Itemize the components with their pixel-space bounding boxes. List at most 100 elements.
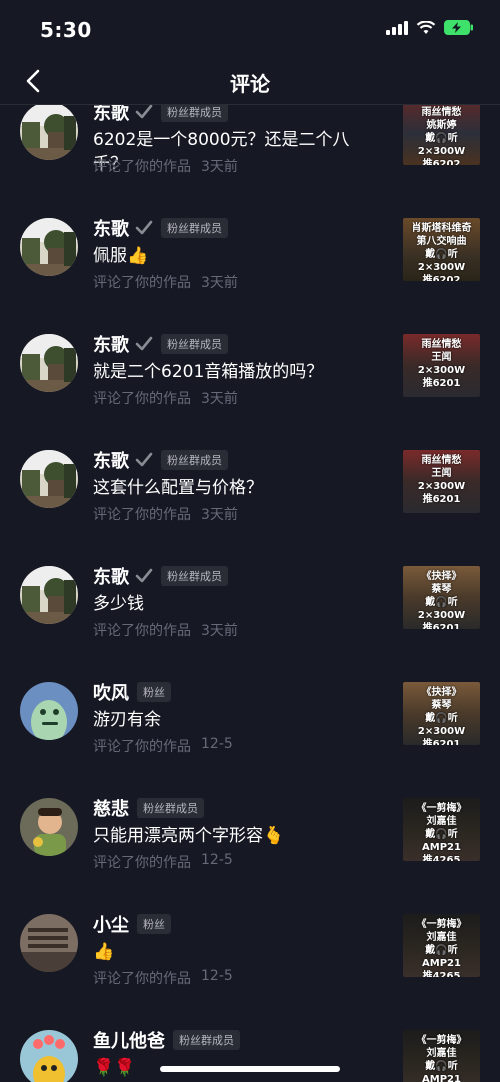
video-thumbnail[interactable]: 雨丝情愁 王闻 2×300W 推6201 [403, 450, 480, 513]
video-thumbnail[interactable]: 《一剪梅》刘嘉佳戴🎧听AMP21推4265 [403, 1030, 480, 1082]
video-thumbnail[interactable]: 《抉择》 蔡琴 戴🎧听 2×300W 推6201 [403, 566, 480, 629]
fan-badge: 粉丝群成员 [161, 334, 228, 354]
thumbnail-caption-line: 推6202 [422, 275, 461, 281]
comment-item[interactable]: 东歌 粉丝群成员 多少钱 评论了你的作品 3天前 《抉择》 蔡琴 戴🎧听 2×300W 推6201 [0, 555, 500, 671]
status-time: 5:30 [40, 18, 92, 42]
avatar[interactable] [20, 1030, 78, 1082]
comment-time: 12-5 [201, 968, 233, 984]
thumbnail-caption-line: 戴🎧听 [425, 829, 458, 840]
commenter-name[interactable]: 东歌 [93, 105, 129, 125]
video-thumbnail[interactable]: 肖斯塔科维奇 第八交响曲 戴🎧听 2×300W 推6202 [403, 218, 480, 281]
avatar[interactable] [20, 566, 78, 624]
status-icons [386, 20, 474, 35]
battery-charging-icon [444, 20, 473, 35]
comment-header: 吹风 粉丝 [93, 679, 171, 705]
thumbnail-caption-line: 戴🎧听 [425, 133, 458, 144]
comment-item[interactable]: 慈悲 粉丝群成员 只能用漂亮两个字形容🫰 评论了你的作品 12-5 《一剪梅》 刘嘉佳 戴🎧听… [0, 787, 500, 903]
thumbnail-caption-line: 推6201 [422, 739, 461, 745]
comment-item[interactable]: 东歌 粉丝群成员这套什么配置与价格？ 评论了你的作品 3天前 雨丝情愁 王闻 2×300W 推… [0, 439, 500, 555]
thumbnail-caption-line: 肖斯塔科维奇 [411, 223, 472, 234]
comment-item[interactable]: 东歌 粉丝群成员 就是二个6201音箱播放的吗？ 评论了你的作品 3天前 雨丝情愁 王闻 2×… [0, 323, 500, 439]
comment-time: 12-5 [201, 736, 233, 752]
thumbnail-caption-line: 2×300W [417, 610, 466, 621]
fan-badge: 粉丝群成员 [161, 218, 228, 238]
comment-time: 3天前 [201, 391, 238, 407]
verified-check-icon [135, 105, 153, 119]
thumbnail-caption-line: 2×300W [417, 365, 466, 376]
thumbnail-caption-line: 戴🎧听 [425, 249, 458, 260]
page-title: 评论 [230, 72, 270, 96]
header-bar: 评论 [0, 60, 500, 105]
thumbnail-caption-line: 姚斯婷 [426, 120, 457, 131]
avatar[interactable] [20, 914, 78, 972]
thumbnail-caption: 雨丝情愁 王闻 2×300W 推6201 [403, 338, 480, 390]
comment-item[interactable]: 东歌 粉丝群成员 佩服👍 评论了你的作品 3天前 肖斯塔科维奇 第八交响曲 戴🎧听 2×300W… [0, 207, 500, 323]
thumbnail-caption-line: 王闻 [431, 468, 452, 479]
thumbnail-caption-line: AMP21 [422, 842, 461, 853]
thumbnail-caption-line: 推4265 [422, 971, 461, 977]
comment-item[interactable]: 东歌 粉丝群成员 6202是一个8000元？还是二个八千？ 评论了你的作品 3天前 雨丝情… [0, 105, 500, 207]
commenter-name[interactable]: 东歌 [93, 563, 129, 589]
thumbnail-caption: 《抉择》 蔡琴 戴🎧听 2×300W 推6201 [403, 686, 480, 745]
thumbnail-caption-line: 刘嘉佳 [426, 1048, 457, 1059]
avatar[interactable] [20, 798, 78, 856]
avatar[interactable] [20, 450, 78, 508]
thumbnail-caption-line: 《一剪梅》 [416, 919, 467, 930]
avatar[interactable] [20, 105, 78, 160]
comment-action: 评论了你的作品 [93, 739, 191, 755]
commenter-name[interactable]: 东歌 [93, 215, 129, 241]
thumbnail-caption-line: 刘嘉佳 [426, 816, 457, 827]
thumbnail-caption-line: 雨丝情愁 [421, 339, 462, 350]
thumbnail-caption-line: 《一剪梅》 [416, 1035, 467, 1046]
commenter-name[interactable]: 鱼儿他爸 [93, 1027, 165, 1053]
video-thumbnail[interactable]: 雨丝情愁 王闻 2×300W 推6201 [403, 334, 480, 397]
fan-badge: 粉丝 [137, 682, 171, 702]
comment-time: 3天前 [201, 159, 238, 175]
thumbnail-caption-line: 《一剪梅》 [416, 803, 467, 814]
status-bar: 5:30 [0, 0, 500, 60]
comment-item[interactable]: 鱼儿他爸粉丝群成员🌹🌹评论了你的作品12-5《一剪梅》刘嘉佳戴🎧听AMP21推4… [0, 1019, 500, 1082]
thumbnail-caption-line: 雨丝情愁 [421, 107, 462, 118]
video-thumbnail[interactable]: 《抉择》 蔡琴 戴🎧听 2×300W 推6201 [403, 682, 480, 745]
thumbnail-caption: 雨丝情愁 王闻 2×300W 推6201 [403, 454, 480, 506]
video-thumbnail[interactable]: 《一剪梅》刘嘉佳戴🎧听AMP21推4265 [403, 798, 480, 861]
video-thumbnail[interactable]: 雨丝情愁 姚斯婷 戴🎧听 2×300W 推6202 [403, 105, 480, 165]
comment-time: 3天前 [201, 623, 238, 639]
comment-text: 这套什么配置与价格？ [93, 478, 263, 498]
comment-time: 3天前 [201, 507, 238, 523]
commenter-name[interactable]: 吹风 [93, 679, 129, 705]
comment-action: 评论了你的作品 [93, 391, 191, 407]
thumbnail-caption: 肖斯塔科维奇 第八交响曲 戴🎧听 2×300W 推6202 [403, 222, 480, 281]
avatar[interactable] [20, 334, 78, 392]
comment-item[interactable]: 小尘 粉丝 👍 评论了你的作品 12-5 《一剪梅》 刘嘉佳 戴🎧听 AMP21 推4265 [0, 903, 500, 1019]
comment-meta: 评论了你的作品 12-5 [93, 968, 233, 988]
thumbnail-caption-line: 推6202 [422, 159, 461, 165]
comment-meta: 评论了你的作品 3天前 [93, 504, 238, 524]
commenter-name[interactable]: 东歌 [93, 447, 129, 473]
avatar[interactable] [20, 682, 78, 740]
home-indicator [160, 1066, 340, 1072]
comment-action: 评论了你的作品 [93, 623, 191, 639]
commenter-name[interactable]: 慈悲 [93, 795, 129, 821]
thumbnail-caption-line: 戴🎧听 [425, 1061, 458, 1072]
thumbnail-caption-line: 《抉择》 [421, 687, 462, 698]
comment-text: 多少钱 [93, 594, 144, 614]
comment-action: 评论了你的作品 [93, 159, 191, 175]
comment-item[interactable]: 吹风 粉丝 游刃有余 评论了你的作品 12-5 《抉择》 蔡琴 戴🎧听 2×300W 推6201 [0, 671, 500, 787]
avatar[interactable] [20, 218, 78, 276]
comment-list[interactable]: 东歌 粉丝群成员 6202是一个8000元？还是二个八千？ 评论了你的作品 3天前 雨丝情… [0, 105, 500, 1082]
video-thumbnail[interactable]: 《一剪梅》刘嘉佳戴🎧听AMP21推4265 [403, 914, 480, 977]
fan-badge: 粉丝群成员 [161, 450, 228, 470]
fan-badge: 粉丝群成员 [161, 566, 228, 586]
commenter-name[interactable]: 小尘 [93, 911, 129, 937]
verified-check-icon [135, 568, 153, 583]
fan-badge: 粉丝群成员 [173, 1030, 240, 1050]
comment-time: 3天前 [201, 275, 238, 291]
thumbnail-caption-line: 蔡琴 [431, 584, 452, 595]
comment-header: 小尘 粉丝 [93, 911, 171, 937]
thumbnail-caption-line: 蔡琴 [431, 700, 452, 711]
thumbnail-caption-line: 戴🎧听 [425, 597, 458, 608]
comment-meta: 评论了你的作品 3天前 [93, 156, 238, 176]
commenter-name[interactable]: 东歌 [93, 331, 129, 357]
comment-action: 评论了你的作品 [93, 507, 191, 523]
